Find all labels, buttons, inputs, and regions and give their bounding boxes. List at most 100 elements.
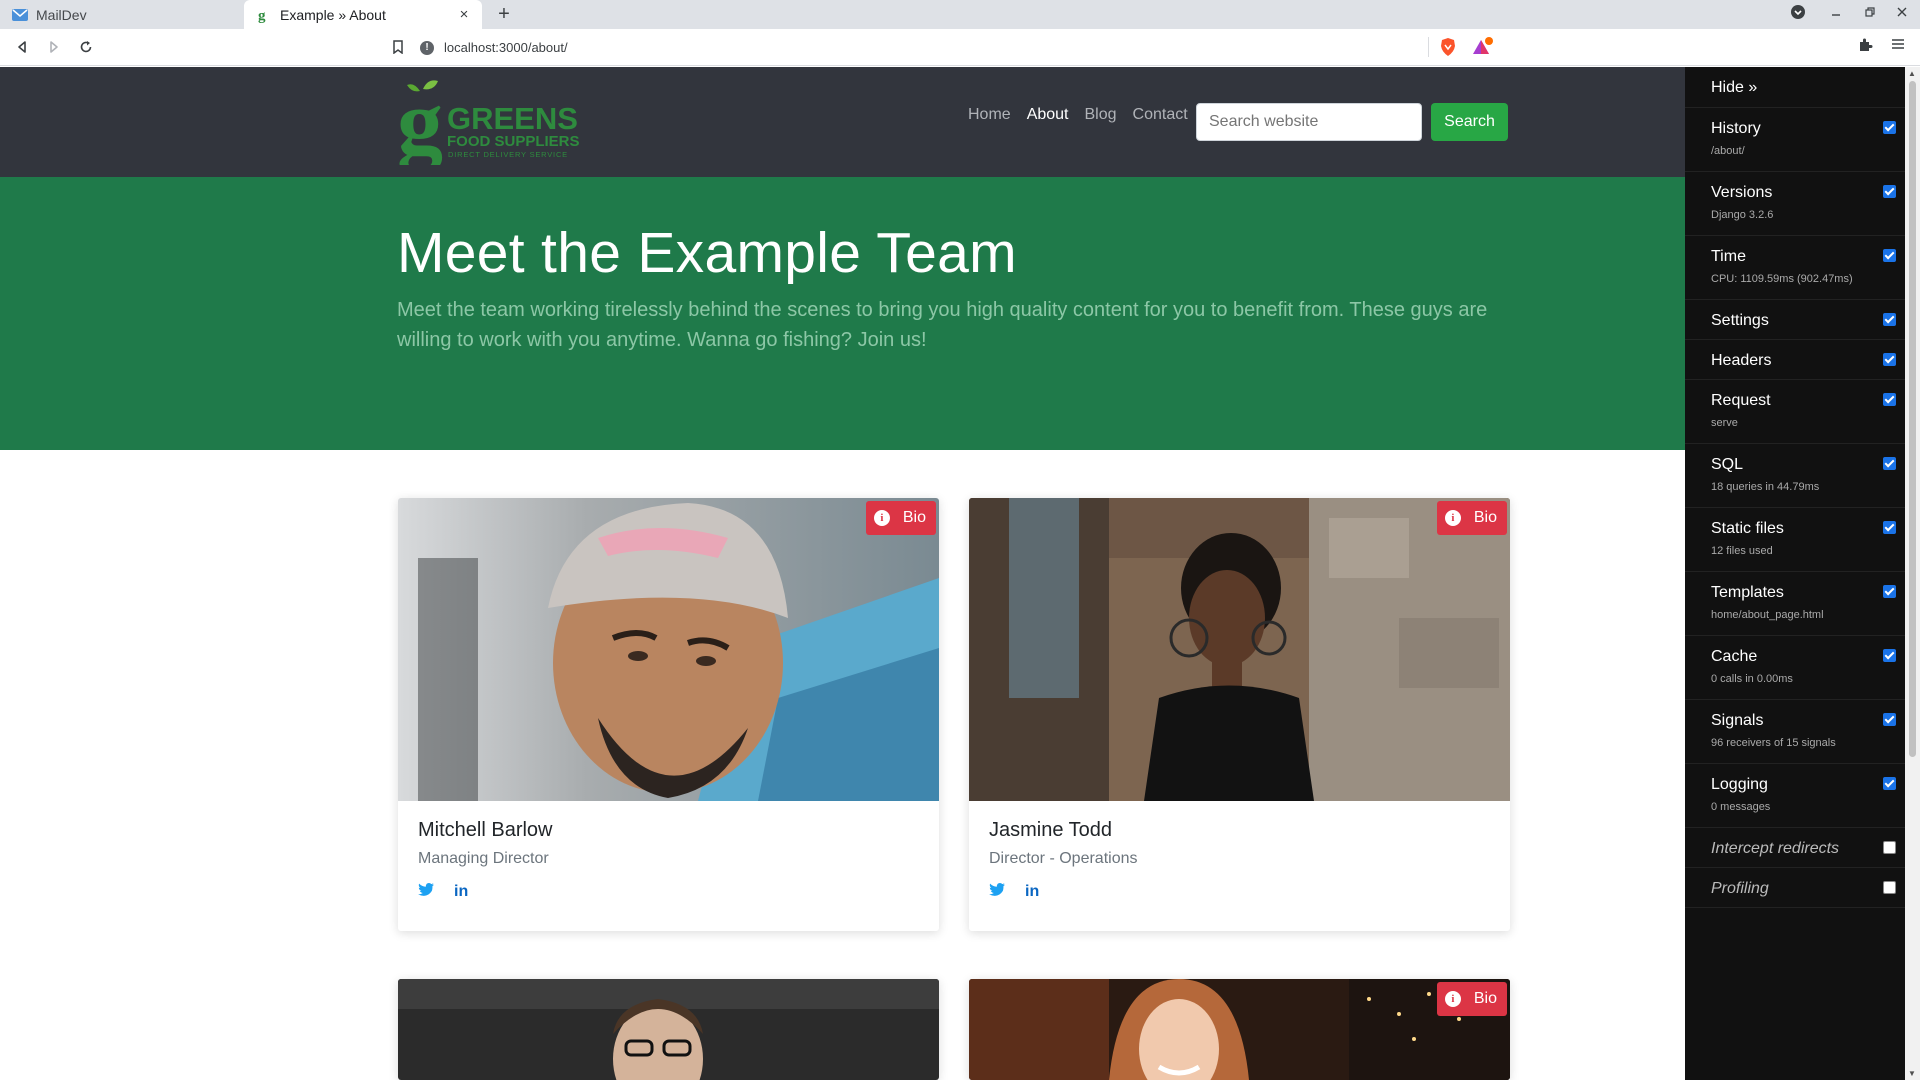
panel-subtitle: 0 calls in 0.00ms bbox=[1711, 673, 1793, 685]
close-tab-icon[interactable]: × bbox=[456, 6, 472, 23]
svg-text:g: g bbox=[397, 79, 443, 165]
panel-sql[interactable]: SQL 18 queries in 44.79ms bbox=[1685, 444, 1905, 508]
panel-title: Time bbox=[1711, 248, 1746, 265]
panel-subtitle: 18 queries in 44.79ms bbox=[1711, 481, 1820, 493]
close-window-icon[interactable] bbox=[1892, 5, 1912, 21]
card-body: Jasmine Todd Director - Operations in bbox=[969, 801, 1510, 931]
panel-versions[interactable]: Versions Django 3.2.6 bbox=[1685, 172, 1905, 236]
new-tab-button[interactable]: + bbox=[493, 3, 515, 26]
linkedin-icon[interactable]: in bbox=[454, 883, 468, 901]
team-member-role: Managing Director bbox=[418, 850, 549, 867]
panel-toggle-checkbox[interactable] bbox=[1883, 521, 1896, 534]
panel-headers[interactable]: Headers bbox=[1685, 340, 1905, 380]
restore-icon[interactable] bbox=[1860, 5, 1880, 21]
tab-maildev[interactable]: MailDev bbox=[0, 0, 243, 29]
nav-blog[interactable]: Blog bbox=[1085, 106, 1117, 124]
browser-tab-bar: MailDev g Example » About × + bbox=[0, 0, 1920, 29]
panel-history[interactable]: History /about/ bbox=[1685, 108, 1905, 172]
panel-profiling[interactable]: Profiling bbox=[1685, 868, 1905, 908]
team-member-name: Mitchell Barlow bbox=[418, 819, 553, 841]
panel-toggle-checkbox[interactable] bbox=[1883, 713, 1896, 726]
panel-subtitle: home/about_page.html bbox=[1711, 609, 1824, 621]
nav-contact[interactable]: Contact bbox=[1133, 106, 1188, 124]
panel-toggle-checkbox[interactable] bbox=[1883, 777, 1896, 790]
mail-icon bbox=[12, 7, 28, 23]
team-card-jasmine: i Bio Jasmine Todd Director - Operations… bbox=[969, 498, 1510, 931]
bookmark-icon[interactable] bbox=[387, 36, 409, 58]
panel-signals[interactable]: Signals 96 receivers of 15 signals bbox=[1685, 700, 1905, 764]
address-bar[interactable]: ! localhost:3000/about/ bbox=[420, 34, 1500, 61]
panel-toggle-checkbox[interactable] bbox=[1883, 649, 1896, 662]
panel-toggle-checkbox[interactable] bbox=[1883, 881, 1896, 894]
hero-banner: Meet the Example Team Meet the team work… bbox=[0, 177, 1685, 450]
bio-button[interactable]: i Bio bbox=[1436, 501, 1507, 535]
panel-title: Signals bbox=[1711, 712, 1764, 729]
brave-rewards-icon[interactable] bbox=[1472, 37, 1494, 57]
search-button[interactable]: Search bbox=[1431, 103, 1508, 141]
panel-cache[interactable]: Cache 0 calls in 0.00ms bbox=[1685, 636, 1905, 700]
panel-subtitle: 12 files used bbox=[1711, 545, 1773, 557]
panel-subtitle: Django 3.2.6 bbox=[1711, 209, 1774, 221]
bio-button[interactable]: i Bio bbox=[865, 501, 936, 535]
twitter-icon[interactable] bbox=[989, 883, 1005, 901]
hide-toolbar-button[interactable]: Hide » bbox=[1685, 67, 1905, 108]
team-member-photo: i Bio bbox=[969, 979, 1510, 1080]
main-nav: Home About Blog Contact bbox=[968, 106, 1188, 124]
panel-templates[interactable]: Templates home/about_page.html bbox=[1685, 572, 1905, 636]
tab-about[interactable]: g Example » About × bbox=[244, 0, 482, 29]
panel-time[interactable]: Time CPU: 1109.59ms (902.47ms) bbox=[1685, 236, 1905, 300]
panel-title: Static files bbox=[1711, 520, 1784, 537]
twitter-icon[interactable] bbox=[418, 883, 434, 901]
panel-static-files[interactable]: Static files 12 files used bbox=[1685, 508, 1905, 572]
info-icon: i bbox=[1444, 991, 1461, 1007]
panel-intercept-redirects[interactable]: Intercept redirects bbox=[1685, 828, 1905, 868]
panel-request[interactable]: Request serve bbox=[1685, 380, 1905, 444]
greens-logo[interactable]: g GREENS FOOD SUPPLIERS DIRECT DELIVERY … bbox=[397, 71, 582, 173]
panel-title: Profiling bbox=[1711, 880, 1769, 897]
nav-home[interactable]: Home bbox=[968, 106, 1011, 124]
forward-icon[interactable] bbox=[43, 36, 65, 58]
panel-subtitle: CPU: 1109.59ms (902.47ms) bbox=[1711, 273, 1853, 285]
bio-button[interactable]: i Bio bbox=[1436, 982, 1507, 1016]
page-scrollbar[interactable]: ▲ ▼ bbox=[1905, 67, 1920, 1080]
brave-shields-icon[interactable] bbox=[1438, 37, 1458, 57]
search-input[interactable] bbox=[1196, 103, 1422, 141]
panel-subtitle: serve bbox=[1711, 417, 1738, 429]
tab-search-icon[interactable] bbox=[1788, 5, 1808, 22]
panel-title: Intercept redirects bbox=[1711, 840, 1840, 857]
panel-toggle-checkbox[interactable] bbox=[1883, 249, 1896, 262]
scroll-thumb[interactable] bbox=[1909, 81, 1916, 757]
panel-toggle-checkbox[interactable] bbox=[1883, 121, 1896, 134]
scroll-up-icon[interactable]: ▲ bbox=[1908, 69, 1916, 78]
panel-toggle-checkbox[interactable] bbox=[1883, 457, 1896, 470]
extensions-icon[interactable] bbox=[1855, 37, 1875, 57]
social-links: in bbox=[418, 883, 919, 901]
panel-logging[interactable]: Logging 0 messages bbox=[1685, 764, 1905, 828]
panel-subtitle: /about/ bbox=[1711, 145, 1745, 157]
logo-line3: DIRECT DELIVERY SERVICE bbox=[448, 150, 568, 159]
page-title: Meet the Example Team bbox=[397, 221, 1017, 285]
panel-title: Headers bbox=[1711, 352, 1772, 369]
logo-line2: FOOD SUPPLIERS bbox=[447, 133, 580, 150]
panel-title: Cache bbox=[1711, 648, 1758, 665]
panel-toggle-checkbox[interactable] bbox=[1883, 585, 1896, 598]
panel-title: Request bbox=[1711, 392, 1771, 409]
team-member-photo: i Bio bbox=[969, 498, 1510, 801]
panel-toggle-checkbox[interactable] bbox=[1883, 353, 1896, 366]
panel-toggle-checkbox[interactable] bbox=[1883, 185, 1896, 198]
divider bbox=[1428, 37, 1429, 57]
menu-icon[interactable] bbox=[1888, 37, 1908, 57]
team-member-role: Director - Operations bbox=[989, 850, 1138, 867]
back-icon[interactable] bbox=[11, 36, 33, 58]
minimize-icon[interactable] bbox=[1826, 5, 1846, 21]
nav-about[interactable]: About bbox=[1027, 106, 1069, 124]
scroll-down-icon[interactable]: ▼ bbox=[1908, 1069, 1916, 1078]
site-info-icon[interactable]: ! bbox=[420, 40, 434, 55]
greens-favicon: g bbox=[256, 7, 272, 23]
reload-icon[interactable] bbox=[75, 36, 97, 58]
panel-toggle-checkbox[interactable] bbox=[1883, 841, 1896, 854]
linkedin-icon[interactable]: in bbox=[1025, 883, 1039, 901]
panel-toggle-checkbox[interactable] bbox=[1883, 313, 1896, 326]
panel-toggle-checkbox[interactable] bbox=[1883, 393, 1896, 406]
panel-settings[interactable]: Settings bbox=[1685, 300, 1905, 340]
